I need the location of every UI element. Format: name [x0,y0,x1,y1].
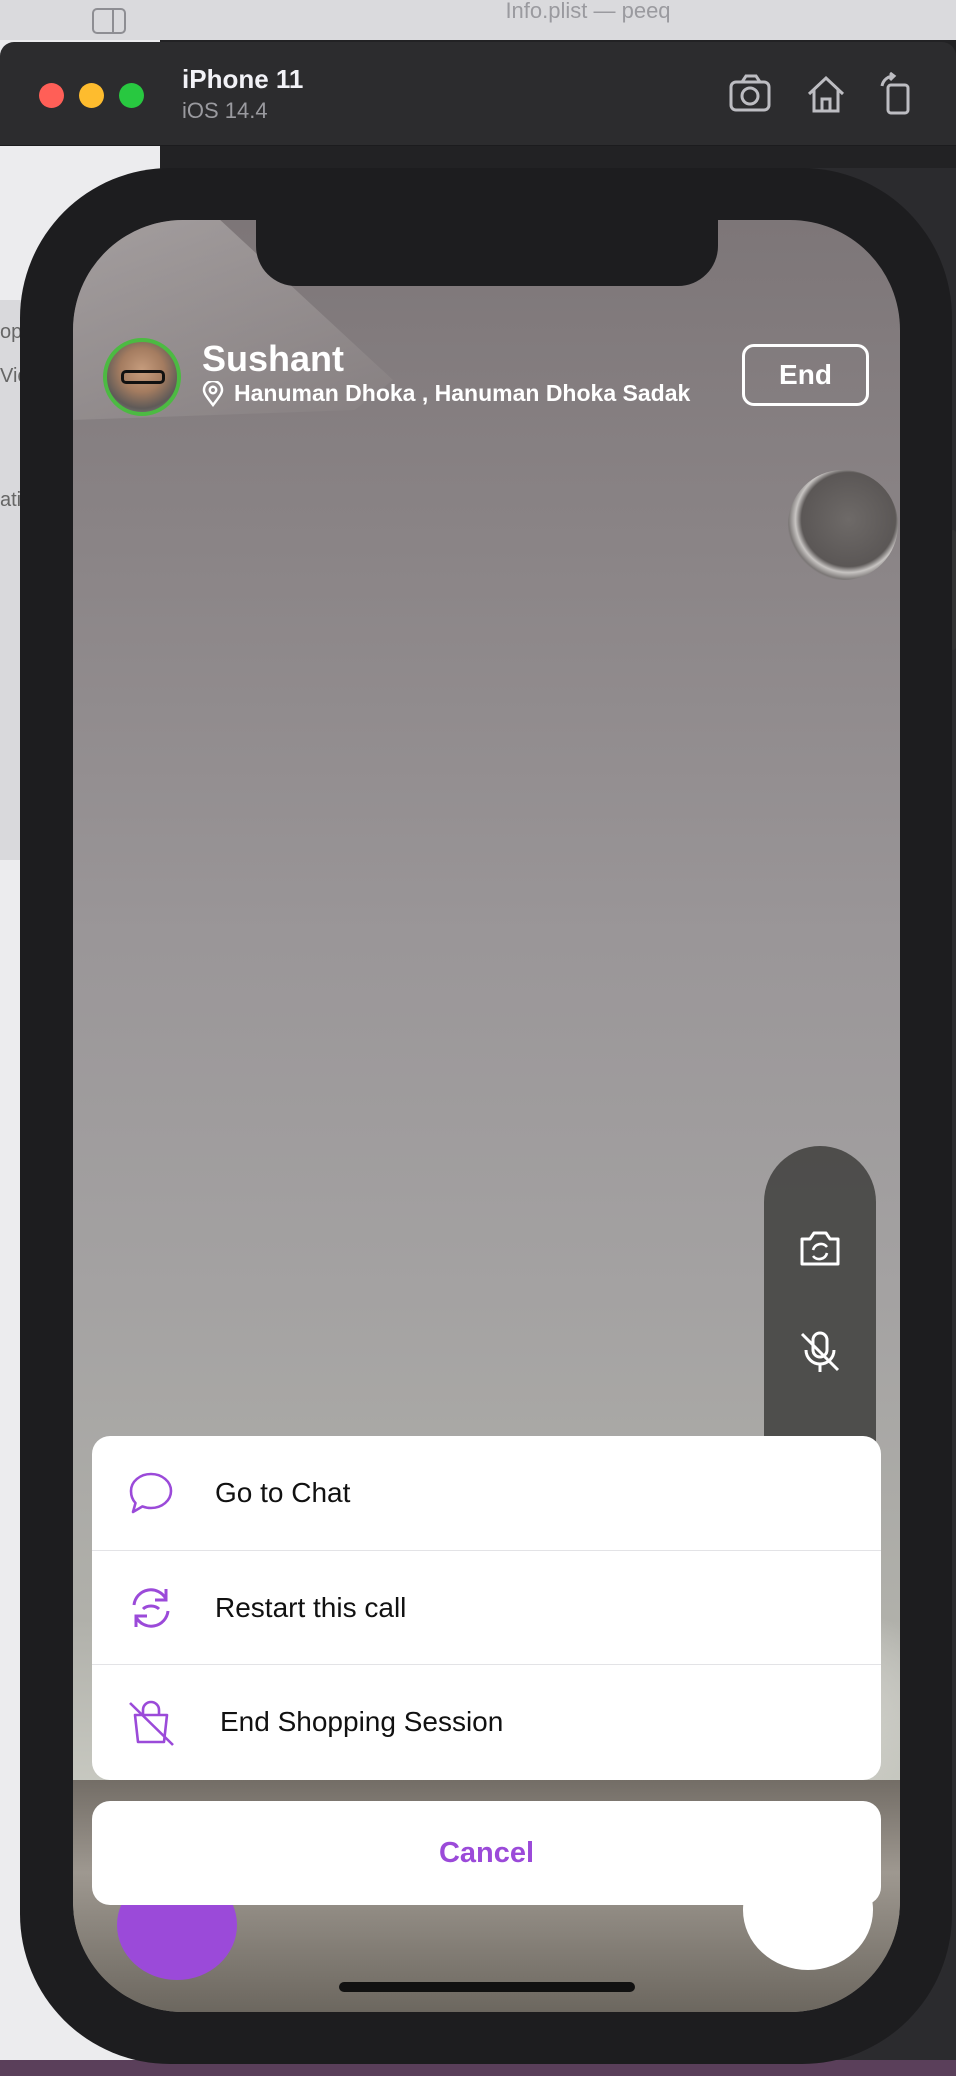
cancel-button[interactable]: Cancel [92,1801,881,1905]
caller-name: Sushant [202,338,345,379]
zoom-window-button[interactable] [119,83,144,108]
end-call-button[interactable]: End [742,344,869,406]
action-go-to-chat[interactable]: Go to Chat [92,1436,881,1550]
close-window-button[interactable] [39,83,64,108]
mic-off-icon[interactable] [794,1326,846,1378]
switch-camera-icon[interactable] [794,1222,846,1274]
action-label: End Shopping Session [220,1705,504,1737]
caller-location-text: Hanuman Dhoka , Hanuman Dhoka Sadak [234,380,691,406]
call-controls-panel [764,1146,876,1446]
action-label: Go to Chat [215,1477,351,1508]
caller-location: Hanuman Dhoka , Hanuman Dhoka Sadak [202,380,690,407]
action-sheet: Go to Chat Restart this call End Shoppin… [92,1436,881,1780]
restart-call-icon [132,1587,170,1628]
home-indicator[interactable] [339,1982,635,1992]
caller-avatar [103,338,181,416]
action-end-shopping-session[interactable]: End Shopping Session [92,1664,881,1778]
simulator-device-name: iPhone 11 [182,64,304,94]
phone-notch [256,220,718,286]
background-titlebar: Info.plist — peeq [0,0,956,40]
action-restart-call[interactable]: Restart this call [92,1550,881,1664]
video-feed-ceiling-light [788,470,898,580]
home-icon[interactable] [804,72,848,116]
rotate-icon[interactable] [876,72,920,116]
shopping-bag-off-icon [129,1700,174,1746]
background-document-title: Info.plist — peeq [505,0,671,23]
chat-bubble-icon [129,1472,173,1514]
action-label: Restart this call [215,1591,407,1623]
minimize-window-button[interactable] [79,83,104,108]
simulator-os-version: iOS 14.4 [182,98,268,123]
screenshot-icon[interactable] [728,72,772,116]
video-call-screen: Sushant Hanuman Dhoka , Hanuman Dhoka Sa… [73,220,900,2012]
location-pin-icon [202,380,224,407]
